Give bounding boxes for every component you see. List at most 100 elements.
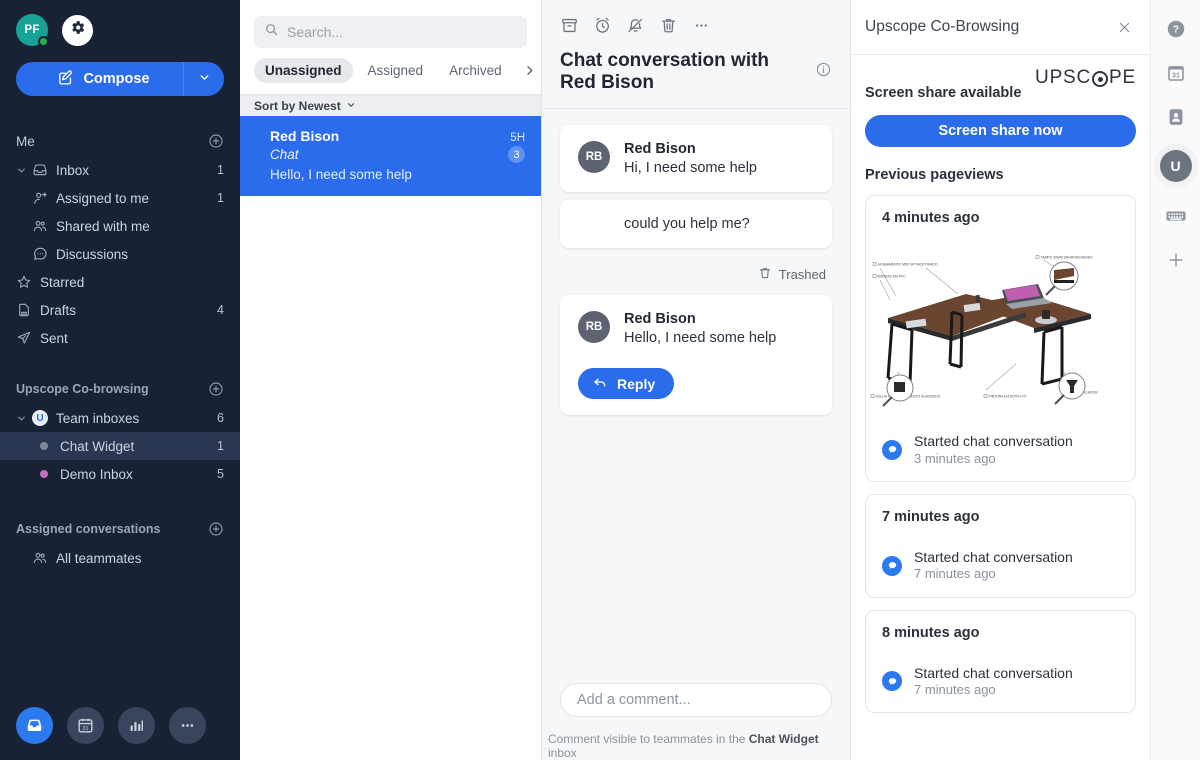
svg-text:PINTURA EM EPÓXI PÓ: PINTURA EM EPÓXI PÓ <box>989 393 1027 398</box>
pageview-time: 7 minutes ago <box>882 508 980 525</box>
add-plugin-icon[interactable] <box>1166 250 1186 270</box>
message-list: RB Red Bison Hi, I need some help could … <box>542 109 850 673</box>
more-icon[interactable] <box>692 16 711 35</box>
assigned-icon <box>32 190 56 206</box>
sidebar-item-starred[interactable]: Starred <box>0 268 240 296</box>
tab-archived[interactable]: Archived <box>438 58 513 83</box>
conversation-time: 5H <box>510 132 525 144</box>
search-wrap <box>240 0 541 58</box>
sidebar-item-demo-inbox[interactable]: Demo Inbox 5 <box>0 460 240 488</box>
sent-icon <box>16 330 40 346</box>
close-icon[interactable] <box>1113 16 1136 39</box>
pageview-card[interactable]: 8 minutes ago Started chat conversation … <box>865 609 1136 714</box>
inbox-dock-icon[interactable] <box>16 706 53 744</box>
contact-card-icon[interactable] <box>1165 106 1187 128</box>
sidebar-item-sent[interactable]: Sent <box>0 324 240 352</box>
search-box[interactable] <box>254 16 527 48</box>
sidebar-item-assigned-to-me[interactable]: Assigned to me 1 <box>0 184 240 212</box>
tabs-next-icon[interactable] <box>517 64 542 77</box>
pageview-time: 4 minutes ago <box>882 210 980 226</box>
drafts-icon <box>16 302 40 318</box>
more-dock-icon[interactable] <box>169 706 206 744</box>
section-title: Assigned conversations <box>16 522 161 536</box>
add-me-item-icon[interactable] <box>208 133 224 149</box>
add-assigned-item-icon[interactable] <box>208 521 224 537</box>
pageview-card[interactable]: 7 minutes ago Started chat conversation … <box>865 493 1136 598</box>
archive-icon[interactable] <box>560 16 579 35</box>
previous-pageviews-title: Previous pageviews <box>865 167 1004 183</box>
status-badge: Trashed <box>560 256 832 295</box>
message-card[interactable]: could you help me? <box>560 200 832 248</box>
list-item-row-mid: Chat 3 <box>270 146 525 163</box>
sidebar-item-team-inboxes[interactable]: U Team inboxes 6 <box>0 404 240 432</box>
sidebar-item-all-teammates[interactable]: All teammates <box>0 544 240 572</box>
avatar: RB <box>578 141 610 173</box>
conversation-channel: Chat <box>270 147 299 162</box>
avatar-initials: PF <box>24 24 40 36</box>
pageview-event-title: Started chat conversation <box>914 548 1073 565</box>
comment-input[interactable] <box>577 692 815 708</box>
discussions-icon <box>32 246 56 262</box>
sidebar-item-shared-with-me[interactable]: Shared with me <box>0 212 240 240</box>
list-item[interactable]: Red Bison 5H Chat 3 Hello, I need some h… <box>240 116 541 196</box>
avatar: RB <box>578 311 610 343</box>
upscope-plugin-avatar[interactable]: U <box>1159 150 1192 182</box>
calendar-icon[interactable]: 31 <box>1165 62 1187 84</box>
analytics-dock-icon[interactable] <box>118 706 155 744</box>
sidebar-item-discussions[interactable]: Discussions <box>0 240 240 268</box>
snooze-icon[interactable] <box>593 16 612 35</box>
svg-text:TAMPO 30MM ENGROSSURADO: TAMPO 30MM ENGROSSURADO <box>1041 255 1094 259</box>
sidebar-item-label: Discussions <box>56 246 129 262</box>
help-icon[interactable]: ? <box>1165 18 1187 40</box>
trash-icon[interactable] <box>659 16 678 35</box>
pageview-thumbnail[interactable]: ACABAMENTO MDF BP FACETINADO BORDAS EM P… <box>866 238 1135 421</box>
team-avatar: U <box>32 410 48 426</box>
conversation-list: Red Bison 5H Chat 3 Hello, I need some h… <box>240 116 541 760</box>
sidebar-item-drafts[interactable]: Drafts 4 <box>0 296 240 324</box>
message-card[interactable]: RB Red Bison Hello, I need some help Rep… <box>560 295 832 415</box>
message-body: Hi, I need some help <box>624 160 757 176</box>
star-icon <box>16 274 40 290</box>
chat-event-icon <box>882 671 902 692</box>
pageview-event-time: 7 minutes ago <box>914 566 996 582</box>
brand-before: UPSC <box>1035 67 1092 88</box>
sidebar-item-label: Assigned to me <box>56 190 150 206</box>
settings-button[interactable] <box>62 14 93 46</box>
svg-text:31: 31 <box>82 725 88 731</box>
compose-dropdown-button[interactable] <box>183 62 224 96</box>
conversation-snippet: Hello, I need some help <box>270 167 412 182</box>
reply-button[interactable]: Reply <box>578 368 675 399</box>
avatar[interactable]: PF <box>16 14 49 47</box>
upscope-logo-text: UPSC PE <box>1035 67 1136 89</box>
sidebar-item-count: 5 <box>217 467 224 481</box>
reply-arrow-icon <box>592 374 608 393</box>
tab-assigned[interactable]: Assigned <box>357 58 435 83</box>
pageview-card[interactable]: 4 minutes ago ACABAMENTO MDF BP FACETINA… <box>865 195 1136 482</box>
mute-icon[interactable] <box>626 16 645 35</box>
message-card[interactable]: RB Red Bison Hi, I need some help <box>560 125 832 192</box>
conversation-pane: Chat conversation with Red Bison RB Red … <box>542 0 850 760</box>
sidebar-item-inbox[interactable]: Inbox 1 <box>0 156 240 184</box>
screen-share-button[interactable]: Screen share now <box>865 115 1136 147</box>
chevron-down-icon <box>16 413 32 424</box>
inbox-color-dot <box>40 442 48 450</box>
tab-unassigned[interactable]: Unassigned <box>254 58 353 83</box>
desk-diagram-image: ACABAMENTO MDF BP FACETINADO BORDAS EM P… <box>866 238 1108 416</box>
comment-input-wrap[interactable] <box>560 683 832 717</box>
chevron-down-icon <box>16 165 32 176</box>
keyboard-icon[interactable] <box>1164 204 1188 228</box>
shared-icon <box>32 218 56 234</box>
pageview-event-text: Started chat conversation 7 minutes ago <box>914 549 1073 583</box>
plugin-header: Upscope Co-Browsing <box>851 0 1150 55</box>
compose-button[interactable]: Compose <box>16 62 183 96</box>
svg-text:BORDAS EM PVC: BORDAS EM PVC <box>878 274 907 278</box>
calendar-dock-icon[interactable]: 31 <box>67 706 104 744</box>
info-icon[interactable] <box>815 61 832 83</box>
add-upscope-item-icon[interactable] <box>208 381 224 397</box>
sidebar-item-chat-widget[interactable]: Chat Widget 1 <box>0 432 240 460</box>
search-input[interactable] <box>287 24 517 40</box>
sidebar-item-count: 1 <box>217 191 224 205</box>
sidebar-avatar-row: PF <box>16 14 224 47</box>
sort-control[interactable]: Sort by Newest <box>240 94 541 116</box>
left-sidebar: PF Compose Me Inbox 1 Assigned to me 1 S… <box>0 0 240 760</box>
